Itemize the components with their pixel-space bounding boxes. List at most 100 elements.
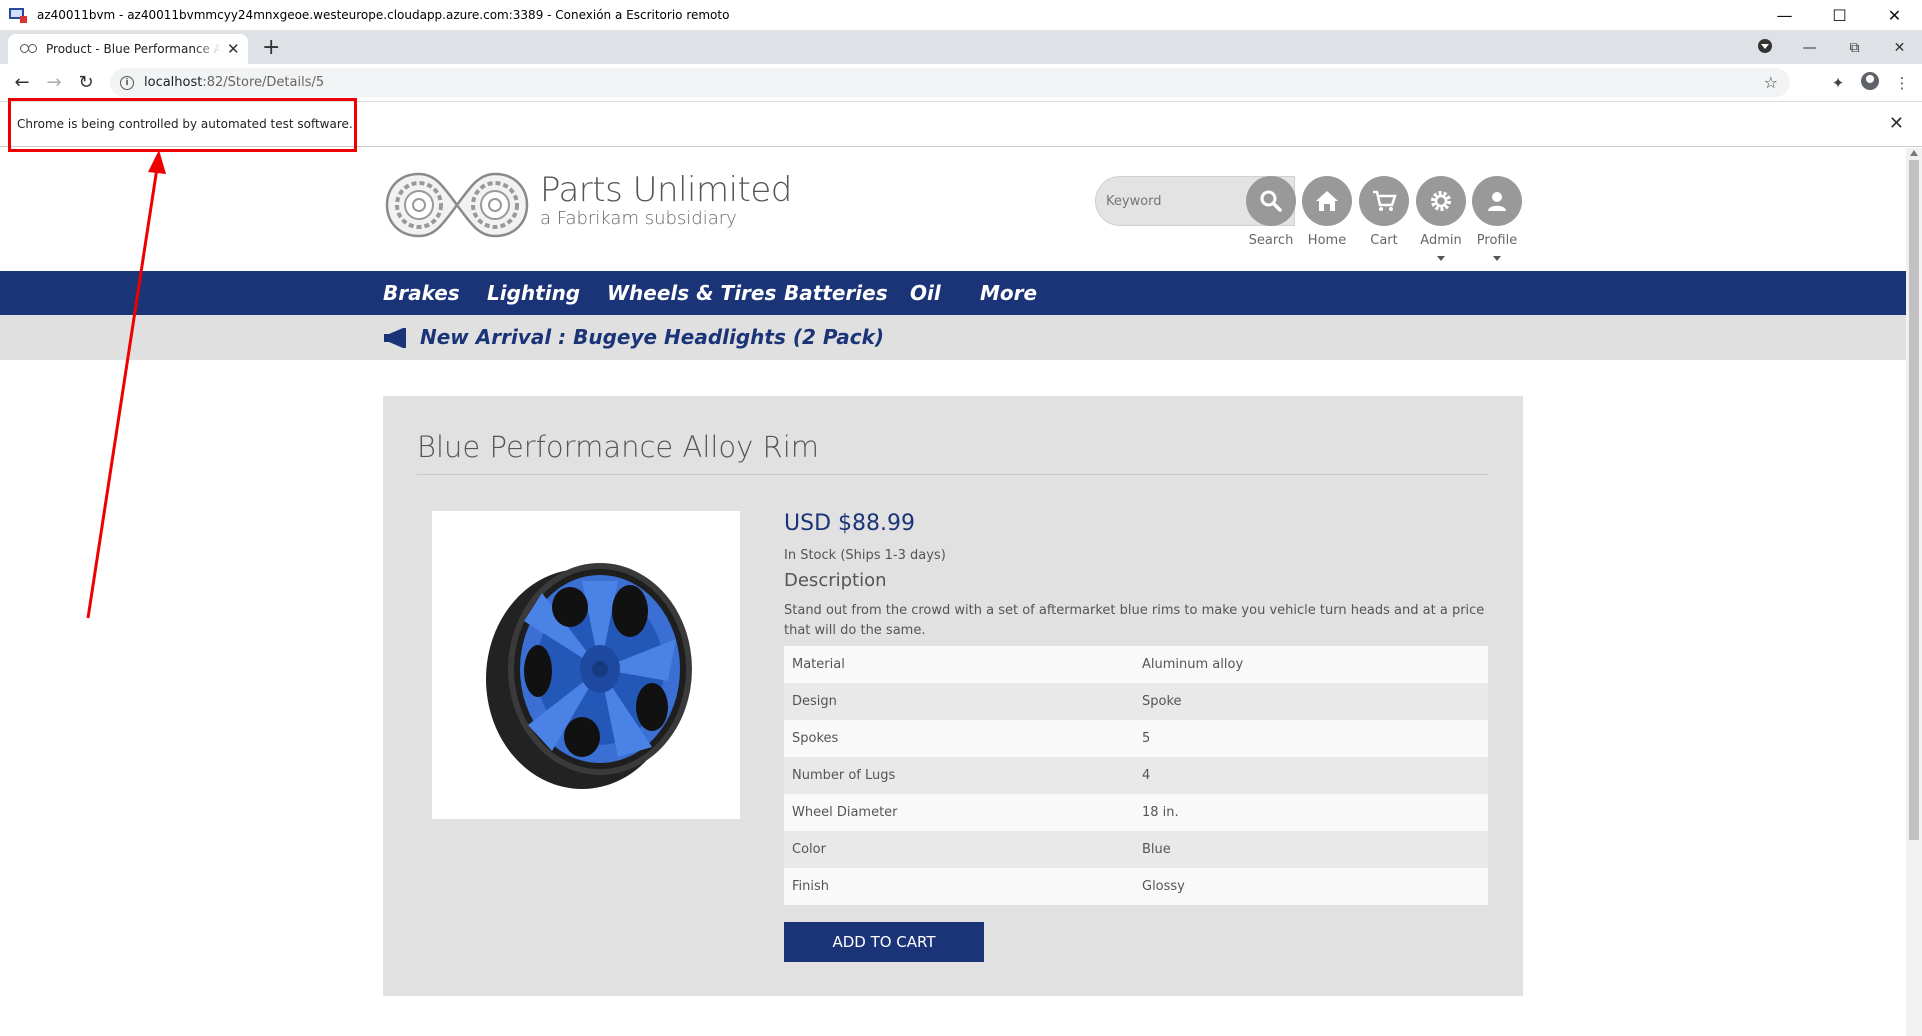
extensions-puzzle-icon[interactable]: ✦ [1822,74,1854,92]
product-image [432,511,740,819]
stock-status: In Stock (Ships 1-3 days) [784,548,946,563]
rdp-title-bar: az40011bvm - az40011bvmmcyy24mnxgeoe.wes… [0,0,1922,31]
spec-value: Aluminum alloy [1142,657,1244,672]
nav-brakes[interactable]: Brakes [383,281,460,305]
specs-table: Material Aluminum alloy Design Spoke Spoke… [784,646,1488,905]
cart-icon [1373,190,1397,211]
spec-key: Color [792,842,826,857]
browser-tab[interactable]: Product - Blue Performance Alloy Rim ✕ [8,34,248,64]
new-tab-button[interactable]: + [262,35,280,60]
url-path: :82/Store/Details/5 [202,75,325,90]
spec-key: Finish [792,879,830,894]
announcement-bar: New Arrival : Bugeye Headlights (2 Pack) [0,315,1906,360]
reload-button[interactable]: ↻ [70,67,102,99]
spec-key: Wheel Diameter [792,805,898,820]
spec-row: Color Blue [784,831,1488,868]
spec-row: Material Aluminum alloy [784,646,1488,683]
home-icon [1316,191,1338,211]
spec-row: Spokes 5 [784,720,1488,757]
description-heading: Description [784,570,887,591]
add-to-cart-button[interactable]: ADD TO CART [784,922,984,962]
profile-avatar-icon [1861,71,1879,90]
spec-key: Spokes [792,731,839,746]
page-scrollbar[interactable] [1906,148,1922,1036]
brand[interactable]: Parts Unlimited a Fabrikam subsidiary [540,170,792,229]
chrome-toolbar: ← → ↻ i localhost:82/Store/Details/5 ☆ ✦… [0,64,1922,101]
url-text: localhost:82/Store/Details/5 [144,75,324,90]
cart-button[interactable] [1359,176,1409,226]
nav-lighting[interactable]: Lighting [487,281,580,305]
chrome-menu-icon[interactable]: ⋮ [1886,74,1918,92]
profile-button[interactable] [1854,71,1886,94]
home-button[interactable] [1302,176,1352,226]
remote-desktop-icon [9,7,27,23]
rdp-minimize-button[interactable]: — [1757,0,1812,31]
spec-value: Blue [1142,842,1171,857]
spec-key: Number of Lugs [792,768,896,783]
url-host: localhost [144,75,203,90]
reload-icon: ↻ [78,72,94,93]
forward-button[interactable]: → [38,67,70,99]
parts-unlimited-logo [385,172,529,238]
bookmark-star-icon[interactable]: ☆ [1764,73,1778,92]
spec-value: Spoke [1142,694,1182,709]
profile-label: Profile [1476,233,1518,248]
user-icon [1488,192,1506,211]
announcement-link[interactable]: New Arrival : Bugeye Headlights (2 Pack) [420,325,884,349]
product-description: Stand out from the crowd with a set of a… [784,603,1485,638]
site-info-icon[interactable]: i [120,75,134,90]
category-nav: Brakes Lighting Wheels & Tires Batteries… [0,271,1906,315]
chrome-tab-strip: Product - Blue Performance Alloy Rim ✕ +… [0,31,1922,64]
browser-close-button[interactable]: ✕ [1877,40,1922,56]
scroll-up-arrow-icon[interactable] [1910,150,1918,156]
brand-subtitle: a Fabrikam subsidiary [540,208,737,229]
title-divider [417,474,1488,475]
spec-value: 4 [1142,768,1151,783]
rdp-window-title: az40011bvm - az40011bvmmcyy24mnxgeoe.wes… [37,8,730,22]
nav-oil[interactable]: Oil [910,281,941,305]
spec-key: Design [792,694,837,709]
infobar-close-icon[interactable]: ✕ [1889,113,1904,134]
megaphone-icon [384,328,406,348]
scrollbar-thumb[interactable] [1909,160,1919,840]
profile-menu-button[interactable] [1472,176,1522,226]
spec-row: Design Spoke [784,683,1488,720]
page-viewport: Parts Unlimited a Fabrikam subsidiary Se… [0,148,1906,1036]
annotation-highlight-box [8,98,357,152]
browser-restore-button[interactable]: ⧉ [1832,40,1877,56]
spec-key: Material [792,657,845,672]
search-icon [1260,190,1282,212]
nav-more[interactable]: More [980,281,1037,305]
tab-close-icon[interactable]: ✕ [227,40,240,58]
gear-icon [1431,191,1451,211]
product-price: USD $88.99 [784,511,915,536]
back-arrow-icon: ← [14,72,30,93]
spec-row: Number of Lugs 4 [784,757,1488,794]
nav-wheels-tires[interactable]: Wheels & Tires [607,281,776,305]
alloy-rim-image [486,563,692,789]
search-input[interactable] [1106,190,1246,212]
admin-button[interactable] [1416,176,1466,226]
tab-search-icon [1757,38,1772,53]
browser-minimize-button[interactable]: — [1787,40,1832,56]
tab-title: Product - Blue Performance Alloy Rim [46,42,221,56]
nav-batteries[interactable]: Batteries [784,281,888,305]
admin-caret-icon[interactable] [1437,256,1445,261]
back-button[interactable]: ← [6,67,38,99]
search-button[interactable] [1246,176,1296,226]
product-card: Blue Performance Alloy Rim USD $88.99 In… [383,396,1523,996]
profile-caret-icon[interactable] [1493,256,1501,261]
brand-name: Parts Unlimited [540,170,792,210]
product-title: Blue Performance Alloy Rim [417,430,820,464]
spec-value: Glossy [1142,879,1185,894]
spec-row: Wheel Diameter 18 in. [784,794,1488,831]
address-bar[interactable]: i localhost:82/Store/Details/5 ☆ [110,68,1790,97]
spec-row: Finish Glossy [784,868,1488,905]
tab-favicon-icon [20,44,38,54]
spec-value: 18 in. [1142,805,1179,820]
rdp-close-button[interactable]: ✕ [1867,0,1922,31]
rdp-maximize-button[interactable]: ☐ [1812,0,1867,31]
spec-value: 5 [1142,731,1151,746]
forward-arrow-icon: → [46,72,62,93]
tab-search-button[interactable] [1742,38,1787,57]
